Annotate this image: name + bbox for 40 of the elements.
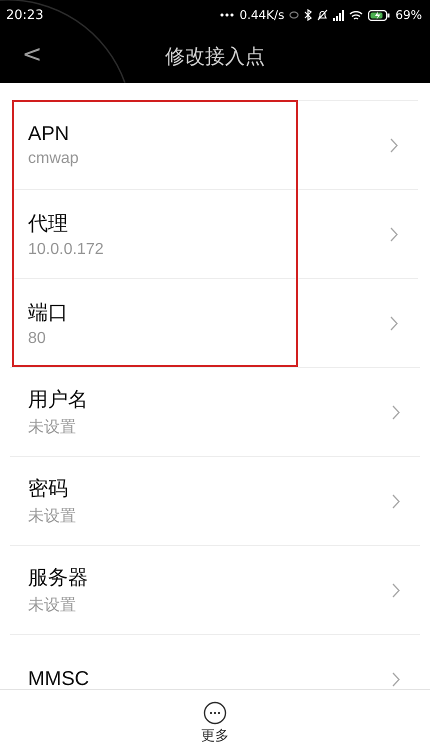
battery-charging-icon [368,10,390,20]
chevron-right-icon [390,138,398,152]
battery-percent: 69% [395,8,422,22]
setting-row[interactable]: 密码 未设置 [10,456,420,545]
setting-label: MMSC [28,668,90,689]
bell-muted-icon [317,9,328,21]
setting-row[interactable]: 服务器 未设置 [10,545,420,634]
setting-value: 未设置 [28,418,77,438]
ring-icon [289,11,300,19]
chevron-right-icon [392,582,400,598]
more-icon [203,700,227,724]
setting-label: 服务器 [28,566,88,591]
more-button[interactable]: 更多 [195,700,235,746]
setting-label: APN [28,122,70,146]
network-speed: 0.44K/s [239,8,284,22]
notification-dots-icon [220,13,234,17]
setting-value: 80 [28,330,47,348]
setting-label: 代理 [28,212,69,236]
page-title: 修改接入点 [165,43,265,70]
chevron-right-icon [390,316,398,330]
chevron-right-icon [390,226,398,242]
setting-row[interactable]: 用户名 未设置 [10,367,420,456]
signal-icon [333,10,344,20]
setting-row[interactable]: 代理 10.0.0.172 [12,189,418,278]
wifi-icon [349,10,364,20]
back-button[interactable]: < [18,40,46,68]
status-time: 20:23 [6,8,44,22]
setting-row[interactable]: APN cmwap [12,100,418,189]
setting-row[interactable]: 端口 80 [12,278,418,367]
chevron-right-icon [392,404,400,420]
setting-value: 未设置 [28,596,77,616]
setting-value: cmwap [28,150,79,168]
setting-value: 10.0.0.172 [28,240,104,258]
setting-label: 密码 [28,477,69,502]
chevron-right-icon [392,672,400,686]
setting-label: 端口 [28,300,68,326]
setting-value: 未设置 [28,506,76,527]
bluetooth-icon [304,9,312,21]
setting-label: 用户名 [28,388,88,413]
chevron-right-icon [392,494,400,508]
